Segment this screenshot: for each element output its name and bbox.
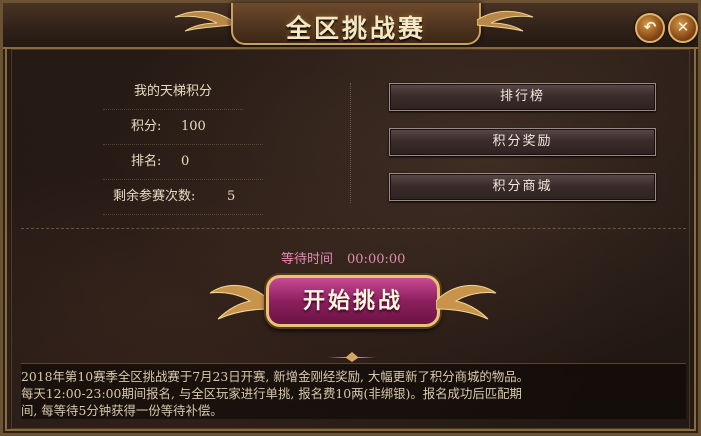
shop-button[interactable]: 积分商城 <box>389 173 656 201</box>
back-button[interactable]: ↶ <box>635 13 665 43</box>
wait-label: 等待时间 <box>281 252 334 267</box>
right-wing-ornament-icon <box>477 10 534 32</box>
wait-timer: 00:00:00 <box>347 252 406 267</box>
wait-time-display: 等待时间 00:00:00 <box>281 248 405 267</box>
rank-value: 0 <box>181 154 190 169</box>
ladder-heading: 我的天梯积分 <box>103 75 243 110</box>
title-bar: 全区挑战赛 ↶ ✕ <box>3 3 698 49</box>
divider-ornament-icon <box>328 352 376 362</box>
rank-label: 排名: <box>131 154 162 169</box>
leaderboard-button[interactable]: 排行榜 <box>389 83 656 111</box>
remaining-label: 剩余参赛次数: <box>113 189 196 204</box>
close-button[interactable]: ✕ <box>668 13 698 43</box>
start-area: 开始挑战 <box>208 271 498 333</box>
horizontal-divider <box>21 228 686 229</box>
event-notice: 2018年第10赛季全区挑战赛于7月23日开赛, 新增金刚经奖励, 大幅更新了积… <box>21 363 686 419</box>
start-left-wing-icon <box>209 284 270 320</box>
remaining-row: 剩余参赛次数: 5 <box>103 180 263 215</box>
close-icon: ✕ <box>676 18 690 36</box>
notice-line-1: 2018年第10赛季全区挑战赛于7月23日开赛, 新增金刚经奖励, 大幅更新了积… <box>21 369 529 384</box>
score-label: 积分: <box>131 119 162 134</box>
start-challenge-button[interactable]: 开始挑战 <box>266 275 440 327</box>
ladder-info: 我的天梯积分 积分: 100 排名: 0 剩余参赛次数: 5 <box>103 75 263 215</box>
vertical-divider <box>350 83 351 203</box>
title-plate: 全区挑战赛 <box>231 3 481 45</box>
challenge-window: 全区挑战赛 ↶ ✕ 我的天梯积分 积分: 100 排名: 0 剩余参赛次数: 5… <box>0 0 701 436</box>
score-value: 100 <box>181 119 206 134</box>
notice-line-3: 间, 每等待5分钟获得一份等待补偿。 <box>21 403 223 418</box>
rewards-button[interactable]: 积分奖励 <box>389 128 656 156</box>
remaining-value: 5 <box>227 189 236 204</box>
score-row: 积分: 100 <box>103 110 263 145</box>
rank-row: 排名: 0 <box>103 145 263 180</box>
start-right-wing-icon <box>436 284 497 320</box>
left-wing-ornament-icon <box>174 10 231 32</box>
back-arrow-icon: ↶ <box>643 18 657 36</box>
notice-line-2: 每天12:00-23:00期间报名, 与全区玩家进行单挑, 报名费10两(非绑银… <box>21 386 522 401</box>
window-title: 全区挑战赛 <box>285 14 426 43</box>
